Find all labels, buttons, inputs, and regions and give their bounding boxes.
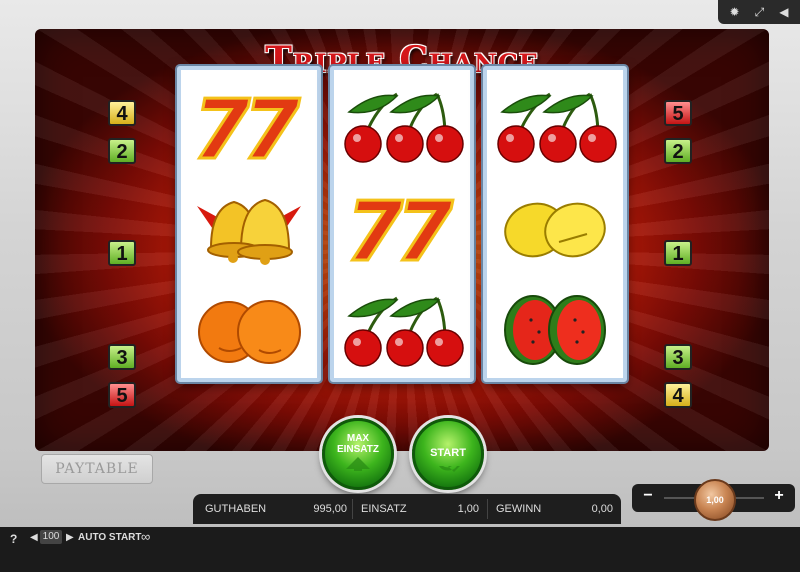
reel-3: [483, 66, 627, 382]
top-toolbar: ✹ ⤢ ◀: [718, 0, 800, 24]
bet-coin-value[interactable]: 1,00: [694, 479, 736, 521]
line-number: 3: [108, 344, 136, 370]
lemon-icon: [487, 178, 623, 278]
divider: [487, 499, 488, 519]
autostart-count[interactable]: 100: [40, 530, 62, 544]
sound-icon[interactable]: ◀: [779, 5, 788, 19]
svg-text:7: 7: [346, 188, 403, 268]
fullscreen-icon[interactable]: ⤢: [755, 5, 765, 20]
win-label: GEWINN: [496, 503, 542, 515]
reel-2: 77: [330, 66, 474, 382]
svg-text:7: 7: [396, 188, 453, 268]
line-number: 4: [108, 100, 136, 126]
bet-increase-button[interactable]: +: [769, 487, 789, 505]
cherry-icon: [334, 76, 470, 176]
bell-icon: [181, 178, 317, 278]
line-number: 5: [108, 382, 136, 408]
max-bet-label-1: MAX: [346, 433, 370, 444]
bottom-bar: ? ◀ 100 ▶ AUTO START ∞: [0, 527, 800, 572]
line-number: 2: [664, 138, 692, 164]
arrow-up-icon: [346, 457, 370, 471]
left-line-numbers: 4 2 1 3 5: [108, 70, 136, 408]
win-value: 0,00: [591, 503, 613, 515]
credit-value: 995,00: [313, 503, 347, 515]
spin-arrow-icon: [439, 466, 460, 472]
start-label: START: [430, 447, 466, 459]
line-number: 3: [664, 344, 692, 370]
line-number: 4: [664, 382, 692, 408]
bet-value: 1,00: [457, 503, 479, 515]
reel-1: 77: [177, 66, 321, 382]
melon-icon: [487, 280, 623, 380]
line-number: 1: [108, 240, 136, 266]
help-button[interactable]: ?: [10, 532, 17, 546]
autostart-decrease-icon[interactable]: ◀: [30, 532, 38, 543]
bet-decrease-button[interactable]: −: [638, 487, 658, 505]
seven-icon: 77: [334, 178, 470, 278]
autostart-label[interactable]: AUTO START: [78, 532, 142, 543]
orange-icon: [181, 280, 317, 380]
right-line-numbers: 5 2 1 3 4: [664, 70, 692, 408]
divider: [352, 499, 353, 519]
svg-text:7: 7: [243, 86, 300, 166]
credit-label: GUTHABEN: [205, 503, 267, 515]
info-bar: GUTHABEN 995,00 EINSATZ 1,00 GEWINN 0,00: [193, 494, 621, 524]
infinity-icon[interactable]: ∞: [141, 529, 150, 544]
gear-icon[interactable]: ✹: [730, 5, 740, 19]
autostart-increase-icon[interactable]: ▶: [66, 532, 74, 543]
line-number: 5: [664, 100, 692, 126]
bet-label: EINSATZ: [361, 503, 407, 515]
start-button[interactable]: START: [412, 418, 484, 490]
paytable-button[interactable]: PAYTABLE: [41, 454, 153, 484]
seven-icon: 77: [181, 76, 317, 176]
cherry-icon: [334, 280, 470, 380]
line-number: 2: [108, 138, 136, 164]
line-number: 1: [664, 240, 692, 266]
cherry-icon: [487, 76, 623, 176]
max-bet-button[interactable]: MAX EINSATZ: [322, 418, 394, 490]
max-bet-label-2: EINSATZ: [336, 444, 380, 455]
svg-text:7: 7: [193, 86, 250, 166]
